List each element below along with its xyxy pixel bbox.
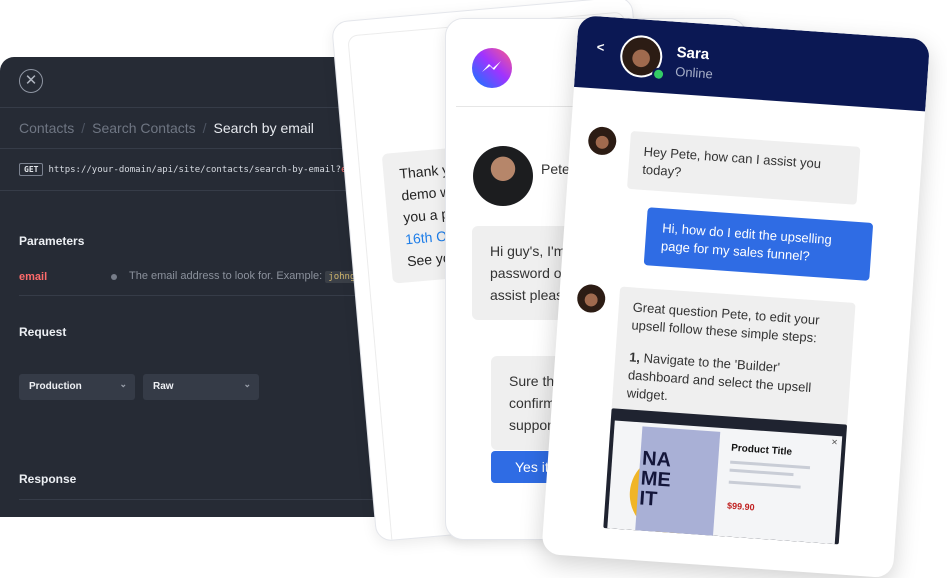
header-divider bbox=[0, 107, 380, 108]
messenger-icon bbox=[472, 48, 512, 88]
api-docs-panel: ✕ Contacts / Search Contacts / Search by ema… bbox=[0, 57, 380, 517]
chat-widget-card: < Sara Online Hey Pete, how can I assist… bbox=[541, 15, 931, 578]
response-divider bbox=[19, 499, 380, 500]
endpoint-path: https://your-domain/api/site/contacts/se… bbox=[48, 165, 342, 175]
breadcrumb-search-contacts[interactable]: Search Contacts bbox=[92, 120, 196, 136]
param-name: email bbox=[19, 271, 48, 283]
close-icon: ✕ bbox=[830, 437, 839, 448]
required-dot-icon bbox=[111, 274, 117, 280]
parameter-row: email The email address to look for. Exa… bbox=[19, 270, 380, 295]
breadcrumb-contacts[interactable]: Contacts bbox=[19, 120, 74, 136]
breadcrumb-divider bbox=[0, 148, 380, 149]
param-divider bbox=[19, 295, 380, 296]
agent-status: Online bbox=[674, 63, 714, 82]
text-placeholder bbox=[729, 468, 794, 477]
environment-select-value: Production bbox=[29, 381, 82, 392]
format-select-value: Raw bbox=[153, 381, 174, 392]
step-text: Navigate to the 'Builder' dashboard and … bbox=[626, 350, 812, 404]
back-button[interactable]: < bbox=[596, 39, 605, 54]
agent-name: Sara bbox=[676, 43, 710, 64]
text-placeholder bbox=[730, 460, 811, 470]
parameters-title: Parameters bbox=[19, 234, 85, 248]
param-description: The email address to look for. Example: … bbox=[129, 270, 359, 283]
response-title: Response bbox=[19, 472, 77, 486]
user-message: Hi, how do I edit the upselling page for… bbox=[643, 207, 874, 281]
method-badge: GET bbox=[19, 163, 44, 176]
agent-avatar bbox=[587, 125, 618, 156]
product-price: $99.90 bbox=[726, 500, 755, 513]
avatar bbox=[473, 146, 533, 206]
chat-header: < Sara Online bbox=[573, 15, 931, 112]
close-icon[interactable]: ✕ bbox=[19, 69, 43, 93]
step-number: 1, bbox=[628, 349, 641, 366]
endpoint-url: GET https://your-domain/api/site/contacts… bbox=[19, 163, 368, 176]
step-line: 1, Navigate to the 'Builder' dashboard a… bbox=[626, 348, 837, 416]
chevron-down-icon: ⌄ bbox=[243, 379, 251, 389]
agent-message: Hey Pete, how can I assist you today? bbox=[626, 130, 861, 205]
chevron-down-icon: ⌄ bbox=[119, 379, 127, 389]
book-title: NA ME IT bbox=[638, 447, 672, 511]
format-select[interactable]: Raw ⌄ bbox=[143, 374, 259, 400]
request-title: Request bbox=[19, 325, 67, 339]
agent-avatar bbox=[576, 283, 607, 314]
builder-screenshot: ✕ NA ME IT Product Title $99.90 bbox=[603, 408, 848, 545]
endpoint-divider bbox=[0, 190, 380, 191]
agent-message-text: Great question Pete, to edit your upsell… bbox=[630, 299, 821, 346]
breadcrumb-current: Search by email bbox=[213, 120, 314, 136]
online-status-icon bbox=[651, 67, 666, 82]
environment-select[interactable]: Production ⌄ bbox=[19, 374, 135, 400]
breadcrumb: Contacts / Search Contacts / Search by email bbox=[19, 120, 314, 136]
product-title: Product Title bbox=[730, 442, 793, 458]
screenshot-canvas: ✕ NA ME IT Product Title $99.90 bbox=[607, 420, 843, 545]
text-placeholder bbox=[728, 480, 801, 489]
